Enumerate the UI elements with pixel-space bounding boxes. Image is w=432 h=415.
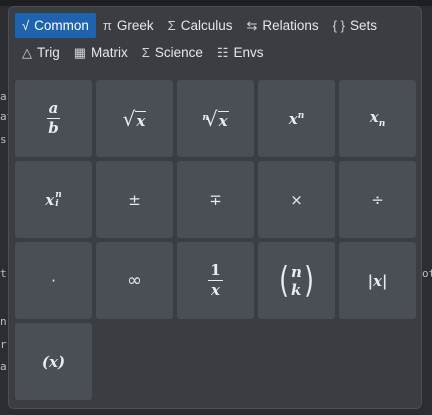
symbol-sqrt[interactable]: √x [96,80,173,157]
symbol-minus-plus[interactable]: ∓ [177,161,254,238]
symbol-plus-minus[interactable]: ± [96,161,173,238]
symbol-subscript[interactable]: xn [339,80,416,157]
tab-label: Calculus [180,18,233,33]
sigma-icon: Σ [141,45,150,60]
sqrt-icon: √ [22,18,30,33]
sigma-icon: Σ [167,18,176,33]
background-text: r [0,338,7,351]
tab-label: Trig [37,45,60,60]
symbol-cdot[interactable]: · [15,242,92,319]
list-icon: ☷ [216,44,229,60]
tab-sets[interactable]: { } Sets [326,13,384,38]
tab-label: Matrix [91,45,128,60]
tab-label: Envs [233,45,264,60]
background-text: s [0,133,7,146]
category-tabs: √ Common π Greek Σ Calculus ⇆ Relations … [15,13,415,67]
symbol-nth-root[interactable]: n√x [177,80,254,157]
arrows-icon: ⇆ [246,17,258,33]
tab-matrix[interactable]: ▦ Matrix [67,40,135,65]
symbol-parentheses[interactable]: (x) [15,323,92,400]
symbol-power[interactable]: xn [258,80,335,157]
tab-greek[interactable]: π Greek [96,13,161,38]
tab-label: Common [34,18,89,33]
symbol-divide[interactable]: ÷ [339,161,416,238]
symbol-reciprocal[interactable]: 1x [177,242,254,319]
symbol-infinity[interactable]: ∞ [96,242,173,319]
tab-envs[interactable]: ☷ Envs [210,40,271,65]
tab-label: Greek [116,18,154,33]
tab-calculus[interactable]: Σ Calculus [161,13,240,38]
background-text: t [0,267,7,280]
tab-label: Relations [262,18,319,33]
grid-icon: ▦ [73,44,87,60]
symbol-times[interactable]: × [258,161,335,238]
tab-label: Sets [349,18,377,33]
tab-trig[interactable]: △ Trig [15,40,67,65]
background-text: ot [422,267,432,280]
symbol-absolute-value[interactable]: |x| [339,242,416,319]
symbol-binomial[interactable]: ( nk ) [258,242,335,319]
tab-label: Science [154,45,203,60]
symbol-sub-superscript[interactable]: xni [15,161,92,238]
background-text: n [0,315,7,328]
triangle-icon: △ [22,44,32,60]
pi-icon: π [102,18,112,33]
tab-relations[interactable]: ⇆ Relations [239,13,325,38]
braces-icon: { } [332,18,345,33]
symbol-grid: ab √x n√x xn xn xni ± ∓ × ÷ · ∞ 1 x (n … [15,80,416,400]
symbol-fraction[interactable]: ab [15,80,92,157]
tab-science[interactable]: Σ Science [135,40,210,65]
math-symbol-picker: √ Common π Greek Σ Calculus ⇆ Relations … [8,6,422,409]
tab-common[interactable]: √ Common [15,13,96,38]
